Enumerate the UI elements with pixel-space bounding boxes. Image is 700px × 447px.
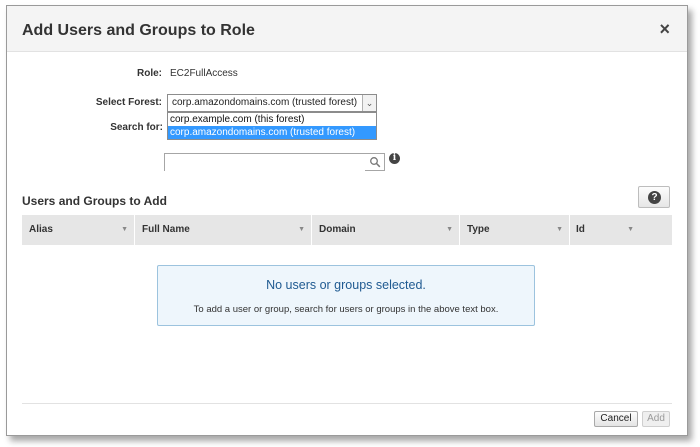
column-header-full-name[interactable]: Full Name ▼ [135,215,312,245]
search-input[interactable] [165,156,365,173]
footer-divider [22,403,672,404]
chevron-down-icon[interactable]: ⌄ [362,95,376,111]
sort-arrow-icon: ▼ [121,226,128,233]
column-label: Type [467,224,490,235]
forest-dropdown-list: corp.example.com (this forest) corp.amaz… [167,112,377,140]
forest-selected-value: corp.amazondomains.com (trusted forest) [172,97,358,108]
empty-state-title: No users or groups selected. [266,278,426,292]
column-label: Id [576,224,585,235]
add-users-groups-dialog: Add Users and Groups to Role × Role: EC2… [6,5,688,436]
column-header-id[interactable]: Id ▼ [570,215,640,245]
info-icon[interactable]: i [389,153,400,164]
cancel-button[interactable]: Cancel [594,411,638,427]
column-label: Alias [29,224,53,235]
sort-arrow-icon: ▼ [556,226,563,233]
column-label: Full Name [142,224,190,235]
sort-arrow-icon: ▼ [446,226,453,233]
empty-state-hint: To add a user or group, search for users… [193,304,499,315]
add-button[interactable]: Add [642,411,670,427]
empty-state-box: No users or groups selected. To add a us… [157,265,535,326]
forest-option-trusted-forest[interactable]: corp.amazondomains.com (trusted forest) [168,126,376,139]
sort-arrow-icon: ▼ [627,226,634,233]
help-icon: ? [648,191,661,204]
sort-arrow-icon: ▼ [298,226,305,233]
select-forest-label: Select Forest: [95,97,162,108]
close-icon[interactable]: × [659,20,670,38]
column-label: Domain [319,224,356,235]
role-label: Role: [137,68,162,79]
search-field[interactable] [164,153,385,173]
help-button[interactable]: ? [638,186,670,208]
role-value: EC2FullAccess [170,68,238,79]
forest-option-this-forest[interactable]: corp.example.com (this forest) [168,113,376,126]
dialog-header: Add Users and Groups to Role × [7,6,687,52]
forest-select[interactable]: corp.amazondomains.com (trusted forest) … [167,94,377,112]
table-header: Alias ▼ Full Name ▼ Domain ▼ Type ▼ Id ▼ [22,215,672,245]
column-header-alias[interactable]: Alias ▼ [22,215,135,245]
section-title: Users and Groups to Add [22,194,167,208]
search-icon[interactable] [369,156,381,168]
column-header-type[interactable]: Type ▼ [460,215,570,245]
dialog-title: Add Users and Groups to Role [22,22,255,39]
column-header-domain[interactable]: Domain ▼ [312,215,460,245]
search-for-label: Search for: [110,122,163,133]
